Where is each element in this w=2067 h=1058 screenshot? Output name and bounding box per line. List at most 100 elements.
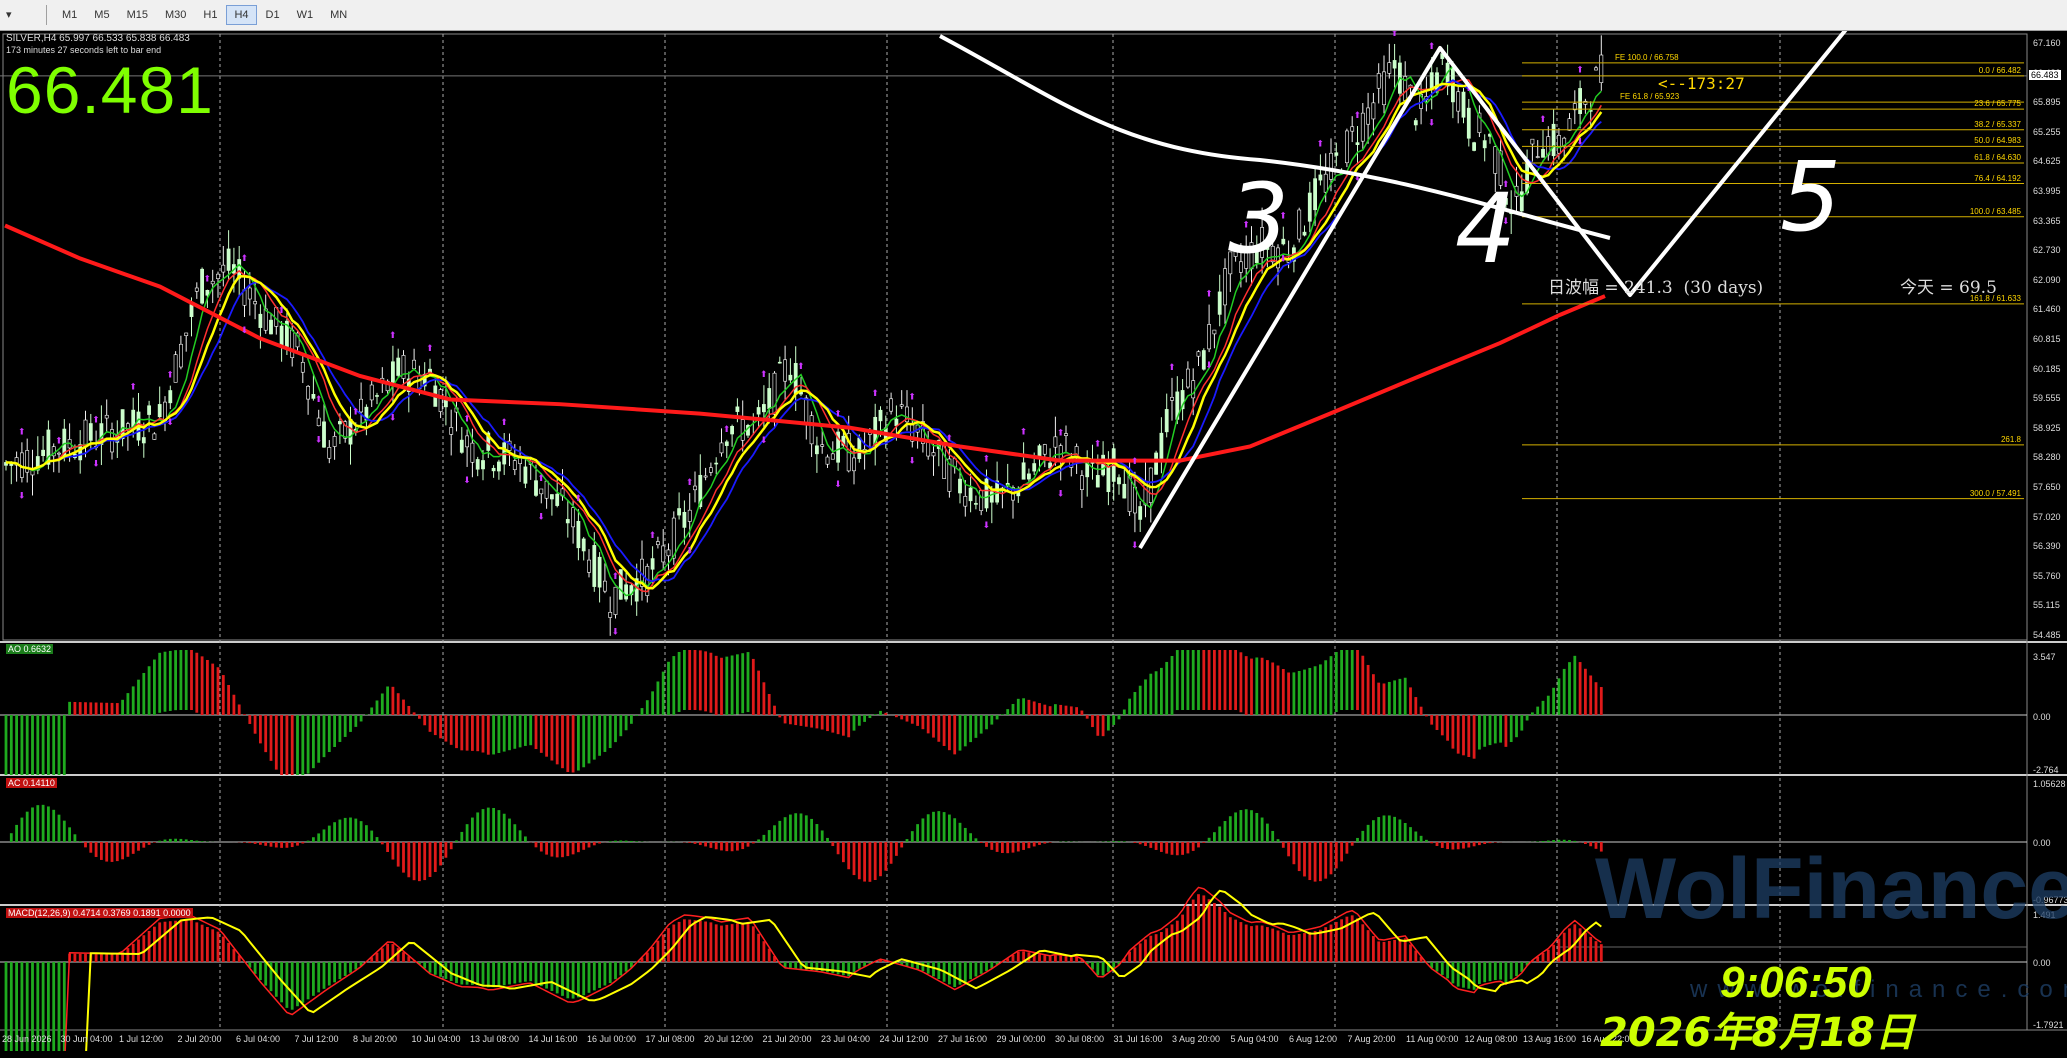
ao-bar <box>943 715 946 746</box>
ao-bar <box>1234 650 1237 710</box>
time-axis-label: 5 Aug 04:00 <box>1231 1034 1279 1044</box>
ao-bar <box>572 715 575 772</box>
candle-body <box>280 326 283 346</box>
timeframe-h4[interactable]: H4 <box>226 5 256 25</box>
fractal-down-marker: ⬇ <box>1057 489 1065 499</box>
ao-bar <box>519 715 522 747</box>
ac-bar <box>1536 841 1539 842</box>
candle-body <box>42 450 45 456</box>
macd-histogram-bar <box>847 962 850 976</box>
time-axis-label: 14 Jul 16:00 <box>529 1034 578 1044</box>
candle-body <box>974 503 977 504</box>
candle-body <box>1160 433 1163 458</box>
ao-bar <box>354 715 357 727</box>
macd-histogram-bar <box>323 962 326 989</box>
candle-body <box>307 386 310 399</box>
ao-bar <box>217 667 220 715</box>
ao-bar <box>1012 704 1015 715</box>
ac-bar <box>1192 842 1195 851</box>
ac-bar <box>837 842 840 854</box>
ac-bar <box>296 842 299 846</box>
candle-body <box>720 443 723 453</box>
ao-bar <box>1351 650 1354 710</box>
time-axis-label: 13 Jul 08:00 <box>470 1034 519 1044</box>
ac-bar <box>906 839 909 842</box>
fib-level-label: 261.8 <box>2001 435 2021 444</box>
ao-bar <box>455 715 458 748</box>
macd-histogram-bar <box>1568 928 1571 962</box>
macd-histogram-bar <box>429 962 432 973</box>
candle-body <box>1324 174 1327 192</box>
ac-bar <box>1372 820 1375 842</box>
ac-bar <box>1271 831 1274 842</box>
ac-axis-label: 1.05628 <box>2033 779 2066 789</box>
ao-bar <box>301 715 304 775</box>
timeframe-m1[interactable]: M1 <box>54 5 85 25</box>
macd-histogram-bar <box>1139 943 1142 962</box>
ao-bar <box>646 700 649 715</box>
candle-body <box>1462 92 1465 117</box>
ac-bar <box>927 814 930 842</box>
candle-body <box>598 557 601 587</box>
ao-bar <box>254 715 257 734</box>
time-axis-label: 20 Jul 12:00 <box>704 1034 753 1044</box>
ao-bar <box>275 715 278 770</box>
candle-body <box>556 494 559 506</box>
macd-histogram-bar <box>180 920 183 962</box>
ac-bar <box>895 842 898 856</box>
ac-bar <box>731 842 734 851</box>
ao-bar <box>858 715 861 726</box>
ac-bar <box>763 835 766 842</box>
ao-bar <box>450 715 453 745</box>
ao-bar <box>869 715 872 718</box>
ac-bar <box>688 842 691 843</box>
macd-histogram-bar <box>1467 962 1470 989</box>
ao-bar <box>842 715 845 736</box>
ao-bar <box>280 715 283 775</box>
ao-bar <box>1160 668 1163 715</box>
candle-body <box>540 489 543 494</box>
candle-body <box>821 445 824 447</box>
ao-bar <box>169 651 172 711</box>
timeframe-w1[interactable]: W1 <box>289 5 322 25</box>
candle-body <box>413 360 416 368</box>
ao-bar <box>1240 652 1243 712</box>
macd-histogram-bar <box>747 922 750 962</box>
candle-body <box>805 398 808 422</box>
ac-bar <box>593 842 596 845</box>
ao-bar <box>418 715 421 719</box>
toolbar-dropdown[interactable]: ▾ <box>6 5 40 25</box>
candle-body <box>1382 72 1385 105</box>
timeframe-toolbar: ▾ M1M5M15M30H1H4D1W1MN <box>0 0 2067 31</box>
candle-body <box>450 427 453 434</box>
timeframe-m15[interactable]: M15 <box>119 5 156 25</box>
ac-bar <box>869 842 872 882</box>
candle-body <box>190 305 193 317</box>
timeframe-mn[interactable]: MN <box>322 5 355 25</box>
price-axis-label: 55.760 <box>2033 571 2061 581</box>
macd-histogram-bar <box>513 962 516 983</box>
timeframe-h1[interactable]: H1 <box>195 5 225 25</box>
candle-body <box>158 404 161 416</box>
fractal-down-marker: ⬇ <box>92 459 100 469</box>
ao-bar <box>1330 656 1333 715</box>
macd-histogram-bar <box>1176 921 1179 962</box>
macd-histogram-bar <box>763 941 766 962</box>
timeframe-m30[interactable]: M30 <box>157 5 194 25</box>
ac-bar <box>879 842 882 876</box>
ao-bar <box>959 715 962 751</box>
ac-bar <box>63 821 66 842</box>
ac-bar <box>1017 842 1020 851</box>
ac-bar <box>1287 842 1290 856</box>
ao-bar <box>635 715 638 716</box>
fractal-up-marker: ⬆ <box>908 392 916 402</box>
candle-body <box>460 440 463 452</box>
candle-body <box>153 434 156 440</box>
ac-bar <box>264 842 267 846</box>
ao-bar <box>349 715 352 732</box>
timeframe-m5[interactable]: M5 <box>86 5 117 25</box>
ac-bar <box>508 819 511 842</box>
timeframe-d1[interactable]: D1 <box>258 5 288 25</box>
ao-bar <box>47 715 50 775</box>
bar-countdown: <--173:27 <box>1658 74 1745 93</box>
